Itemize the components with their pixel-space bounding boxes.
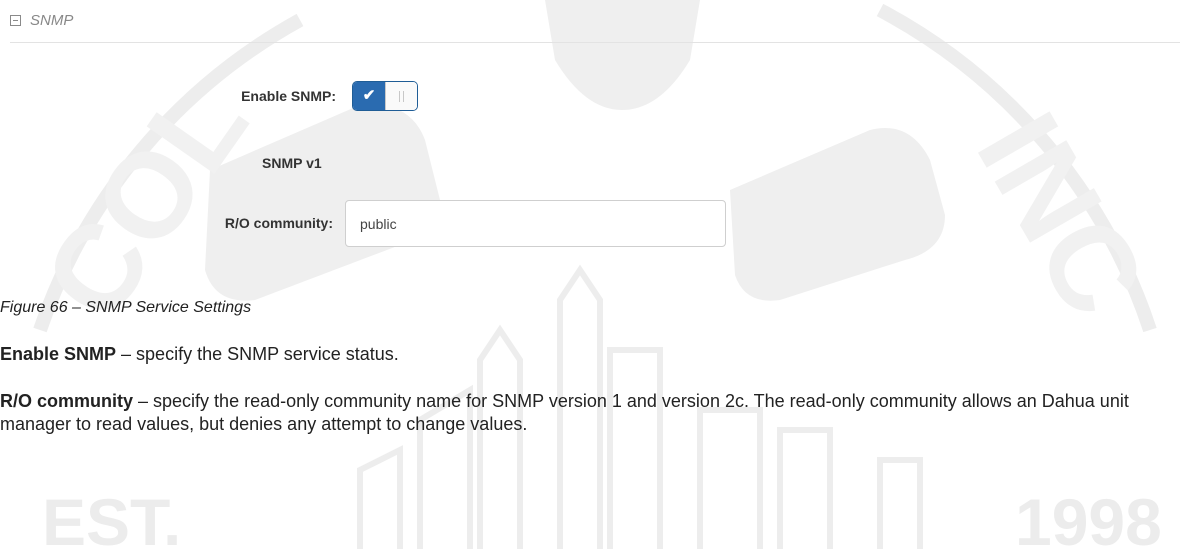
snmp-section-header: SNMP bbox=[10, 12, 1180, 43]
background-watermark: COL INC EST. 1998 bbox=[18, 0, 1171, 549]
enable-snmp-toggle[interactable]: ✔ bbox=[352, 81, 418, 111]
enable-snmp-label: Enable SNMP: bbox=[241, 88, 336, 104]
svg-text:INC: INC bbox=[952, 92, 1171, 338]
minus-square-icon[interactable] bbox=[10, 15, 21, 26]
description-enable-snmp: Enable SNMP – specify the SNMP service s… bbox=[0, 343, 1190, 366]
watermark-year: 1998 bbox=[1015, 485, 1162, 549]
ro-community-input[interactable] bbox=[345, 200, 726, 247]
description-ro-community: R/O community – specify the read-only co… bbox=[0, 390, 1190, 436]
term-enable-snmp: Enable SNMP bbox=[0, 344, 117, 364]
snmp-v1-heading: SNMP v1 bbox=[262, 155, 322, 171]
ro-community-label: R/O community: bbox=[224, 215, 333, 231]
text-enable-snmp: – specify the SNMP service status. bbox=[116, 344, 399, 364]
text-ro-community: – specify the read-only community name f… bbox=[0, 391, 1129, 434]
toggle-handle bbox=[385, 82, 417, 110]
figure-caption: Figure 66 – SNMP Service Settings bbox=[0, 299, 252, 316]
watermark-est: EST. bbox=[42, 485, 181, 549]
section-title: SNMP bbox=[30, 12, 74, 29]
term-ro-community: R/O community bbox=[0, 391, 134, 411]
checkmark-icon: ✔ bbox=[353, 82, 385, 110]
